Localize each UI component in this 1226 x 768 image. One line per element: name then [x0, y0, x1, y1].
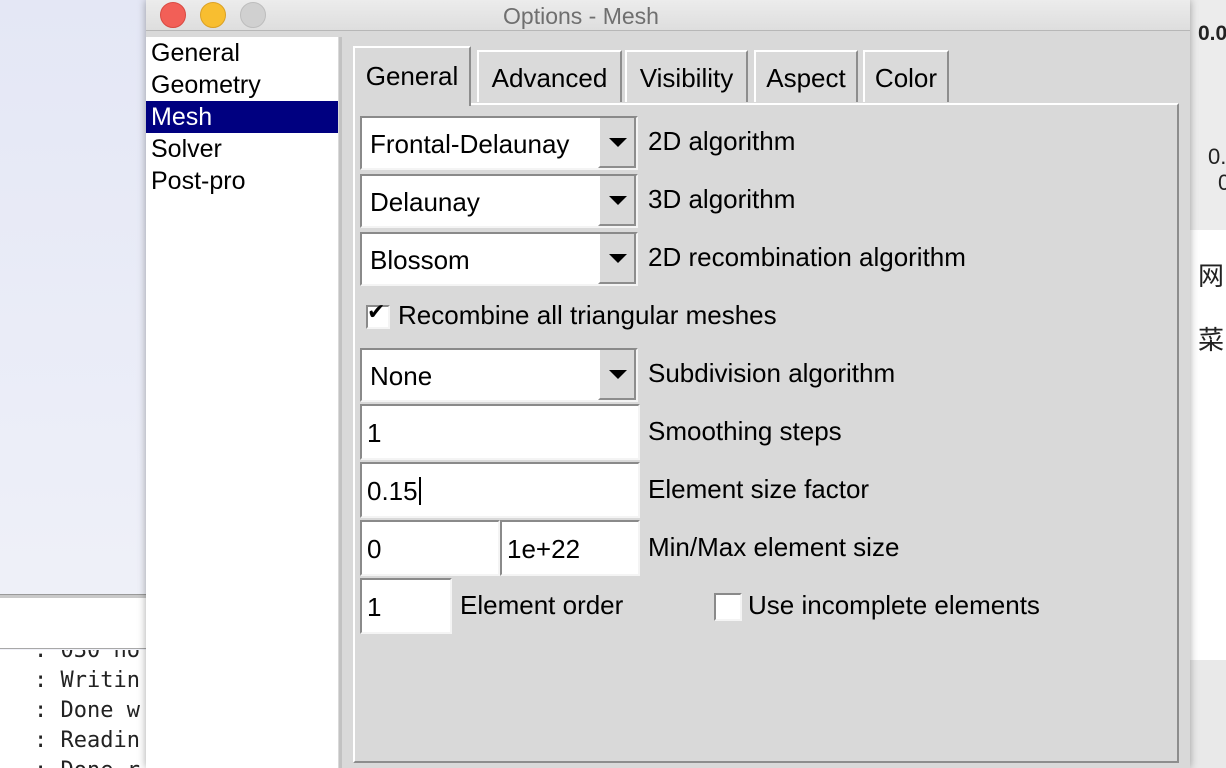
algorithm-3d-value: Delaunay [370, 187, 480, 217]
algorithm-2d-dropdown-button[interactable] [598, 118, 636, 168]
element-size-factor-value: 0.15 [367, 476, 418, 506]
console-line: : Readin [34, 728, 140, 753]
min-element-size-input[interactable]: 0 [360, 520, 500, 576]
options-sidebar: General Geometry Mesh Solver Post-pro [146, 37, 338, 768]
chevron-down-icon [609, 196, 627, 205]
incomplete-elements-label[interactable]: Use incomplete elements [748, 590, 1040, 621]
recombination-2d-label: 2D recombination algorithm [648, 242, 966, 272]
smoothing-steps-value: 1 [367, 418, 382, 448]
recombination-2d-select[interactable]: Blossom [360, 232, 638, 286]
element-size-factor-label: Element size factor [648, 474, 870, 504]
algorithm-3d-select[interactable]: Delaunay [360, 174, 638, 228]
background-console: : 030 no : Writin : Done w : Readin : Do… [0, 650, 146, 768]
title-bar[interactable]: Options - Mesh [146, 0, 1190, 31]
background-right-text: 0.0 [1198, 22, 1226, 45]
sidebar-item-general[interactable]: General [146, 37, 338, 69]
background-command-field[interactable] [0, 598, 146, 649]
subdivision-select[interactable]: None [360, 348, 638, 402]
console-line: : 030 no [34, 650, 140, 663]
tab-aspect[interactable]: Aspect [754, 50, 858, 102]
sidebar-item-mesh[interactable]: Mesh [146, 101, 338, 133]
incomplete-elements-checkbox[interactable] [714, 593, 742, 621]
console-line: : Done r [34, 758, 140, 768]
element-order-label: Element order [460, 590, 624, 620]
algorithm-3d-dropdown-button[interactable] [598, 176, 636, 226]
element-order-input[interactable]: 1 [360, 578, 452, 634]
recombination-2d-dropdown-button[interactable] [598, 234, 636, 284]
tab-advanced[interactable]: Advanced [477, 50, 622, 102]
checkmark-icon: ✔ [367, 300, 386, 325]
options-window: Options - Mesh General Geometry Mesh Sol… [146, 0, 1190, 768]
tab-general[interactable]: General [353, 46, 471, 106]
chevron-down-icon [609, 254, 627, 263]
sidebar-item-geometry[interactable]: Geometry [146, 69, 338, 101]
window-title: Options - Mesh [503, 3, 659, 29]
element-order-value: 1 [367, 592, 382, 622]
chevron-down-icon [609, 138, 627, 147]
min-max-element-size-label: Min/Max element size [648, 532, 900, 562]
max-element-size-input[interactable]: 1e+22 [500, 520, 640, 576]
background-right-text: 0. [1208, 144, 1226, 169]
algorithm-2d-select[interactable]: Frontal-Delaunay [360, 116, 638, 170]
max-element-size-value: 1e+22 [507, 534, 581, 564]
recombination-2d-value: Blossom [370, 245, 470, 275]
sidebar-item-post-pro[interactable]: Post-pro [146, 165, 338, 197]
smoothing-steps-label: Smoothing steps [648, 416, 842, 446]
subdivision-value: None [370, 361, 433, 391]
sidebar-item-solver[interactable]: Solver [146, 133, 338, 165]
pane-divider[interactable] [339, 37, 342, 768]
background-right-text: 菜 [1198, 325, 1225, 355]
tab-visibility[interactable]: Visibility [625, 50, 748, 102]
algorithm-2d-label: 2D algorithm [648, 126, 796, 156]
subdivision-label: Subdivision algorithm [648, 358, 896, 388]
console-line: : Done w [34, 698, 140, 723]
subdivision-dropdown-button[interactable] [598, 350, 636, 400]
recombine-all-checkbox[interactable]: ✔ [366, 300, 390, 329]
algorithm-2d-value: Frontal-Delaunay [370, 129, 570, 159]
element-size-factor-input[interactable]: 0.15 [360, 462, 640, 518]
smoothing-steps-input[interactable]: 1 [360, 404, 640, 460]
recombine-all-label[interactable]: Recombine all triangular meshes [398, 300, 777, 331]
min-element-size-value: 0 [367, 534, 382, 564]
background-right-text: 网 [1198, 261, 1225, 291]
element-size-factor-field: 0.15 [367, 476, 421, 507]
background-window-right-bottom [1190, 660, 1226, 768]
algorithm-3d-label: 3D algorithm [648, 184, 796, 214]
chevron-down-icon [609, 370, 627, 379]
console-line: : Writin [34, 668, 140, 693]
tab-color[interactable]: Color [863, 50, 949, 102]
text-cursor [418, 477, 421, 505]
background-right-text: 0 [1218, 170, 1226, 195]
